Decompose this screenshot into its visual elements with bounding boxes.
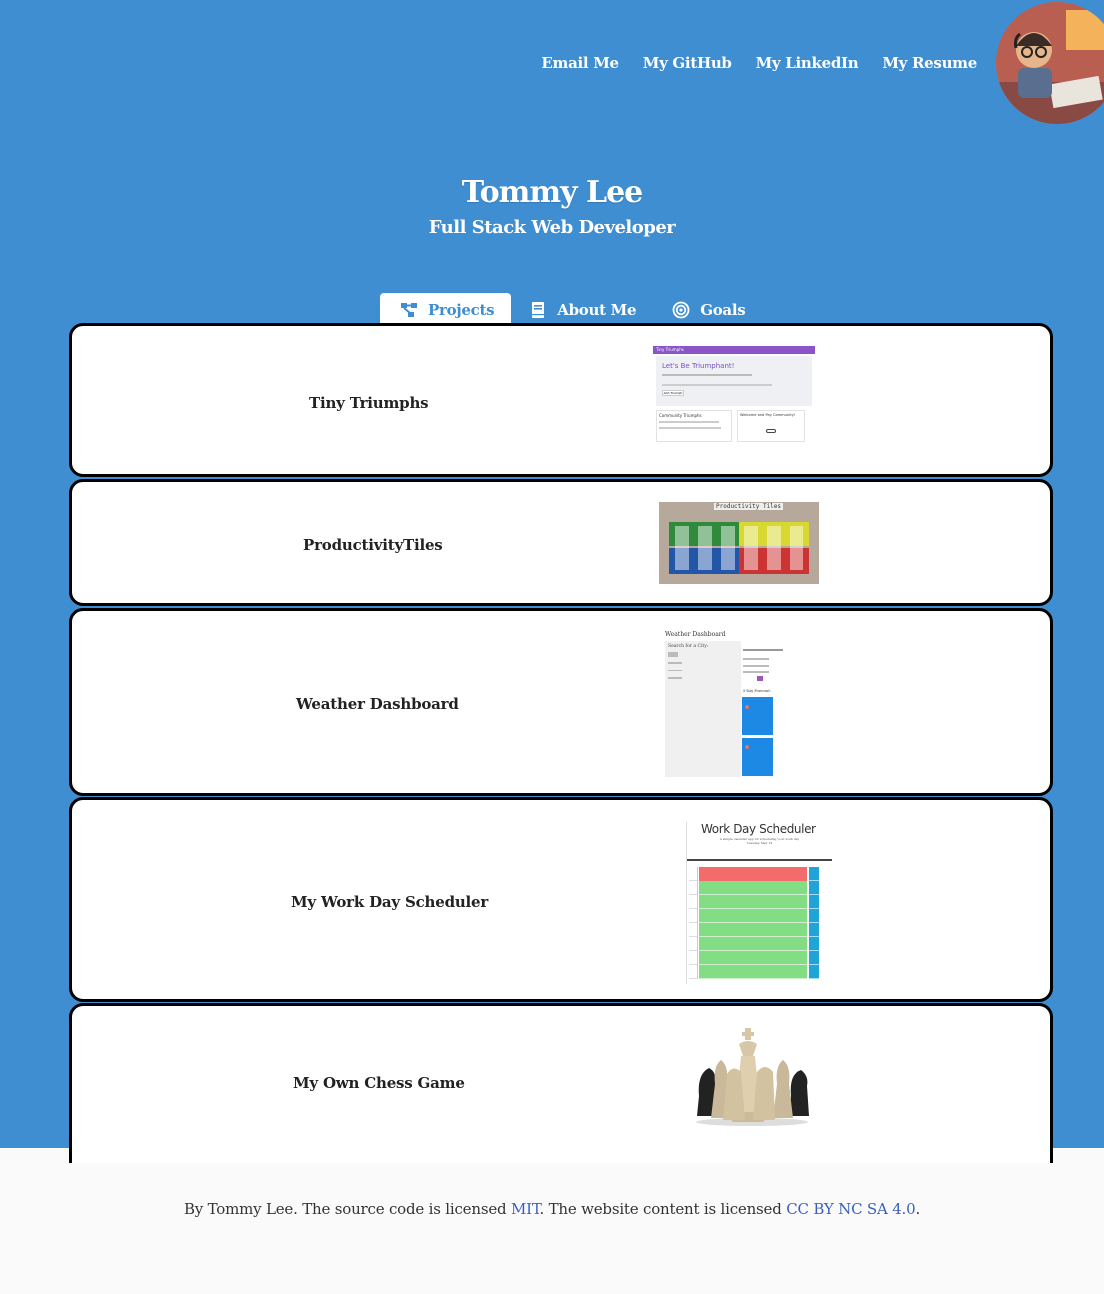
thumb-heading: Productivity Tiles (714, 503, 784, 510)
thumb-panel-1: Community Triumphs (659, 413, 702, 418)
project-card-productivitytiles[interactable]: ProductivityTiles Productivity Tiles (69, 479, 1053, 606)
tab-goals-label: Goals (700, 301, 746, 319)
tab-about-me-label: About Me (557, 301, 637, 319)
tab-projects-label: Projects (428, 301, 495, 319)
project-card-tiny-triumphs[interactable]: Tiny Triumphs Tiny Triumphs Let's Be Tri… (69, 323, 1053, 477)
page-subtitle: Full Stack Web Developer (428, 217, 676, 238)
project-name: Weather Dashboard (296, 695, 459, 713)
mit-license-link[interactable]: MIT (511, 1200, 540, 1218)
project-name: My Own Chess Game (293, 1074, 465, 1092)
thumb-search-label: Search for a City: (668, 644, 709, 649)
project-name: Tiny Triumphs (309, 394, 429, 412)
avatar (996, 2, 1104, 124)
chess-pieces-image (687, 1026, 817, 1128)
book-icon (532, 302, 545, 318)
project-diagram-icon (401, 303, 417, 317)
top-nav: Email Me My GitHub My LinkedIn My Resume (541, 54, 977, 72)
target-icon (672, 301, 690, 319)
footer-prefix: By Tommy Lee. The source code is license… (183, 1200, 511, 1218)
tab-goals[interactable]: Goals (654, 293, 763, 327)
project-card-work-day-scheduler[interactable]: My Work Day Scheduler Work Day Scheduler… (69, 797, 1053, 1002)
footer: By Tommy Lee. The source code is license… (0, 1200, 1104, 1218)
github-link[interactable]: My GitHub (643, 54, 732, 72)
footer-middle: . The website content is licensed (539, 1200, 787, 1218)
thumb-button: Add Triumph (662, 390, 684, 396)
hero-section: Email Me My GitHub My LinkedIn My Resume… (0, 0, 1104, 1163)
cc-license-link[interactable]: CC BY NC SA 4.0 (786, 1200, 915, 1218)
email-me-link[interactable]: Email Me (541, 54, 619, 72)
project-card-weather-dashboard[interactable]: Weather Dashboard Weather Dashboard Sear… (69, 608, 1053, 796)
thumb-heading: Work Day Scheduler (701, 822, 816, 836)
tab-bar: Projects About Me Goals (380, 293, 763, 327)
resume-link[interactable]: My Resume (882, 54, 977, 72)
project-card-chess-game[interactable]: My Own Chess Game (69, 1003, 1053, 1163)
tab-about-me[interactable]: About Me (511, 293, 654, 327)
project-name: My Work Day Scheduler (291, 893, 489, 911)
thumb-date: Tuesday, May 19 (746, 841, 773, 845)
footer-suffix: . (915, 1200, 921, 1218)
thumb-forecast-label: 5-Day Forecast: (743, 689, 771, 693)
project-name: ProductivityTiles (303, 536, 443, 554)
thumb-heading: Weather Dashboard (665, 631, 726, 638)
tab-projects[interactable]: Projects (380, 293, 512, 327)
project-thumbnail: Tiny Triumphs Let's Be Triumphant! Add T… (653, 346, 815, 444)
thumb-heading: Let's Be Triumphant! (662, 362, 735, 370)
project-thumbnail: Work Day Scheduler A simple calendar app… (686, 822, 832, 984)
page-title: Tommy Lee (461, 175, 644, 210)
project-thumbnail: Weather Dashboard Search for a City: 5-D… (665, 631, 835, 777)
thumb-brand: Tiny Triumphs (653, 346, 815, 354)
thumb-panel-2: Welcome and Pay Community! (740, 413, 796, 417)
project-thumbnail: Productivity Tiles (659, 502, 819, 584)
linkedin-link[interactable]: My LinkedIn (756, 54, 859, 72)
